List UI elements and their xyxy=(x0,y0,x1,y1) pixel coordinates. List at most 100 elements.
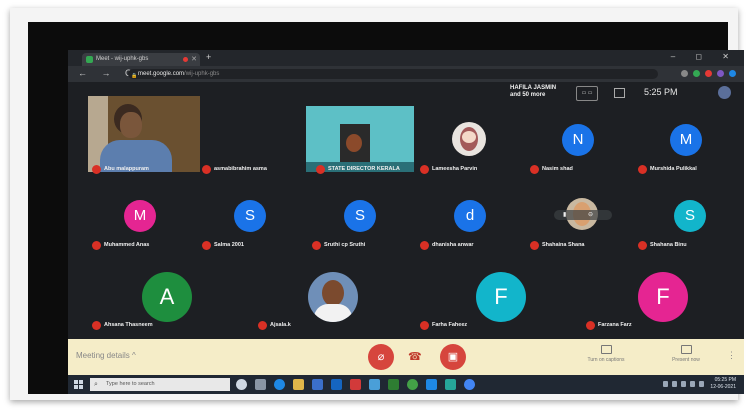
screen: Meet - wij-uphk-gbs ✕ + – ◻ ✕ ← → C 🔒 me… xyxy=(68,50,744,394)
avatar[interactable] xyxy=(718,86,731,99)
meet-top-bar: HAFILA JASMIN and 50 more ▭ ▭ 5:25 PM xyxy=(504,82,744,104)
letter-avatar: S xyxy=(674,200,706,232)
task-view-icon[interactable] xyxy=(255,379,266,390)
participant-name: Shahaina Shana xyxy=(530,240,585,250)
participant-name: Sruthi cp Sruthi xyxy=(312,240,365,250)
tray-icon[interactable] xyxy=(699,381,704,387)
extension-icon[interactable] xyxy=(729,70,736,77)
participant-name: Abu malappuram xyxy=(92,164,149,174)
tray-icon[interactable] xyxy=(681,381,686,387)
hang-up-icon[interactable]: ☎ xyxy=(408,352,422,363)
letter-avatar: S xyxy=(234,200,266,232)
letter-avatar: F xyxy=(476,272,526,322)
clock-time: 05:25 PM xyxy=(714,377,736,383)
cortana-icon[interactable] xyxy=(236,379,247,390)
meeting-control-bar: Meeting details ^ ⌀ ☎ ▣ Turn on captions… xyxy=(68,339,744,375)
laptop-bezel: Meet - wij-uphk-gbs ✕ + – ◻ ✕ ← → C 🔒 me… xyxy=(28,22,744,394)
search-icon: ⌕ xyxy=(94,381,98,388)
video-tile xyxy=(306,106,414,172)
photo-shirt xyxy=(314,304,352,322)
present-label: Present now xyxy=(672,357,700,363)
app-icon[interactable] xyxy=(350,379,361,390)
more-options-icon[interactable]: ⋮ xyxy=(727,350,736,361)
participant-more: and 50 more xyxy=(510,92,546,98)
tray-icon[interactable] xyxy=(672,381,677,387)
participant-name: Salma 2001 xyxy=(202,240,244,250)
clock-date: 12-06-2021 xyxy=(710,384,736,390)
present-now-button[interactable]: Present now xyxy=(656,345,716,363)
photo-face xyxy=(462,131,476,143)
mic-off-icon: ⌀ xyxy=(377,351,385,363)
extension-icon[interactable] xyxy=(705,70,712,77)
participant-name: Farha Faheez xyxy=(420,320,467,330)
participant-name: Ajsala.k xyxy=(258,320,291,330)
captions-button[interactable]: Turn on captions xyxy=(576,345,636,363)
extension-icon[interactable] xyxy=(693,70,700,77)
address-bar-row: ← → C 🔒 meet.google.com/wij-uphk-gbs xyxy=(68,66,744,82)
app-icon[interactable] xyxy=(369,379,380,390)
photo-face xyxy=(322,280,344,306)
meet-time: 5:25 PM xyxy=(644,87,678,97)
url-field[interactable]: 🔒 meet.google.com/wij-uphk-gbs xyxy=(128,69,658,79)
letter-avatar: N xyxy=(562,124,594,156)
taskbar-search-input[interactable]: ⌕ Type here to search xyxy=(90,378,230,391)
meeting-details-button[interactable]: Meeting details ^ xyxy=(76,351,136,360)
mail-icon[interactable] xyxy=(331,379,342,390)
tray-icon[interactable] xyxy=(663,381,668,387)
taskbar-apps xyxy=(236,379,475,390)
whatsapp-icon[interactable] xyxy=(407,379,418,390)
participant-photo-avatar xyxy=(452,122,486,156)
letter-avatar: A xyxy=(142,272,192,322)
windows-taskbar: ⌕ Type here to search 05:25 PM 12-06-202… xyxy=(68,375,744,394)
audio-icon[interactable]: ▭ ▭ xyxy=(576,86,598,101)
app-icon[interactable] xyxy=(388,379,399,390)
layout-icon[interactable] xyxy=(614,88,625,98)
participants-summary[interactable]: HAFILA JASMIN and 50 more xyxy=(510,85,556,99)
app-icon[interactable] xyxy=(426,379,437,390)
tile-hover-actions[interactable]: ▮ ⊖ xyxy=(554,210,612,220)
new-tab-button[interactable]: + xyxy=(206,52,211,62)
person-face xyxy=(346,134,362,152)
taskbar-clock[interactable]: 05:25 PM 12-06-2021 xyxy=(710,377,736,391)
search-placeholder: Type here to search xyxy=(106,381,155,387)
url-host: meet.google.com xyxy=(138,71,185,77)
participant-name: asmabibrahim asma xyxy=(202,164,267,174)
participant-name: STATE DIRECTOR KERALA xyxy=(316,164,400,174)
extension-icon[interactable] xyxy=(717,70,724,77)
video-tile xyxy=(88,96,200,172)
participant-name: Muhammed Anas xyxy=(92,240,149,250)
tab-title: Meet - wij-uphk-gbs xyxy=(96,56,149,62)
windows-start-icon[interactable] xyxy=(74,380,83,389)
participant-photo-avatar xyxy=(308,272,358,322)
captions-icon xyxy=(600,345,612,354)
letter-avatar: M xyxy=(124,200,156,232)
participant-name: Shahana Binu xyxy=(638,240,687,250)
person-face xyxy=(120,112,142,138)
chrome-icon[interactable] xyxy=(464,379,475,390)
letter-avatar: d xyxy=(454,200,486,232)
letter-avatar: F xyxy=(638,272,688,322)
participant-name: Farzana Farz xyxy=(586,320,632,330)
app-icon[interactable] xyxy=(445,379,456,390)
browser-tabbar: Meet - wij-uphk-gbs ✕ + – ◻ ✕ xyxy=(68,50,744,66)
extension-icons xyxy=(681,70,736,77)
browser-tab[interactable]: Meet - wij-uphk-gbs ✕ xyxy=(82,53,200,66)
camera-off-button[interactable]: ▣ xyxy=(440,344,466,370)
captions-label: Turn on captions xyxy=(587,357,625,363)
present-icon xyxy=(680,345,692,354)
tray-icon[interactable] xyxy=(690,381,695,387)
edge-icon[interactable] xyxy=(274,379,285,390)
participant-name: Ahsana Thasneem xyxy=(92,320,153,330)
close-tab-icon[interactable]: ✕ xyxy=(191,53,197,66)
extension-icon[interactable] xyxy=(681,70,688,77)
letter-avatar: M xyxy=(670,124,702,156)
recording-dot-icon xyxy=(183,57,188,62)
letter-avatar: S xyxy=(344,200,376,232)
window-controls[interactable]: – ◻ ✕ xyxy=(671,52,738,61)
participant-name: Murshida Pulikkal xyxy=(638,164,697,174)
participant-name: dhanisha anwar xyxy=(420,240,474,250)
store-icon[interactable] xyxy=(312,379,323,390)
file-explorer-icon[interactable] xyxy=(293,379,304,390)
system-tray xyxy=(663,381,704,387)
mic-off-button[interactable]: ⌀ xyxy=(368,344,394,370)
